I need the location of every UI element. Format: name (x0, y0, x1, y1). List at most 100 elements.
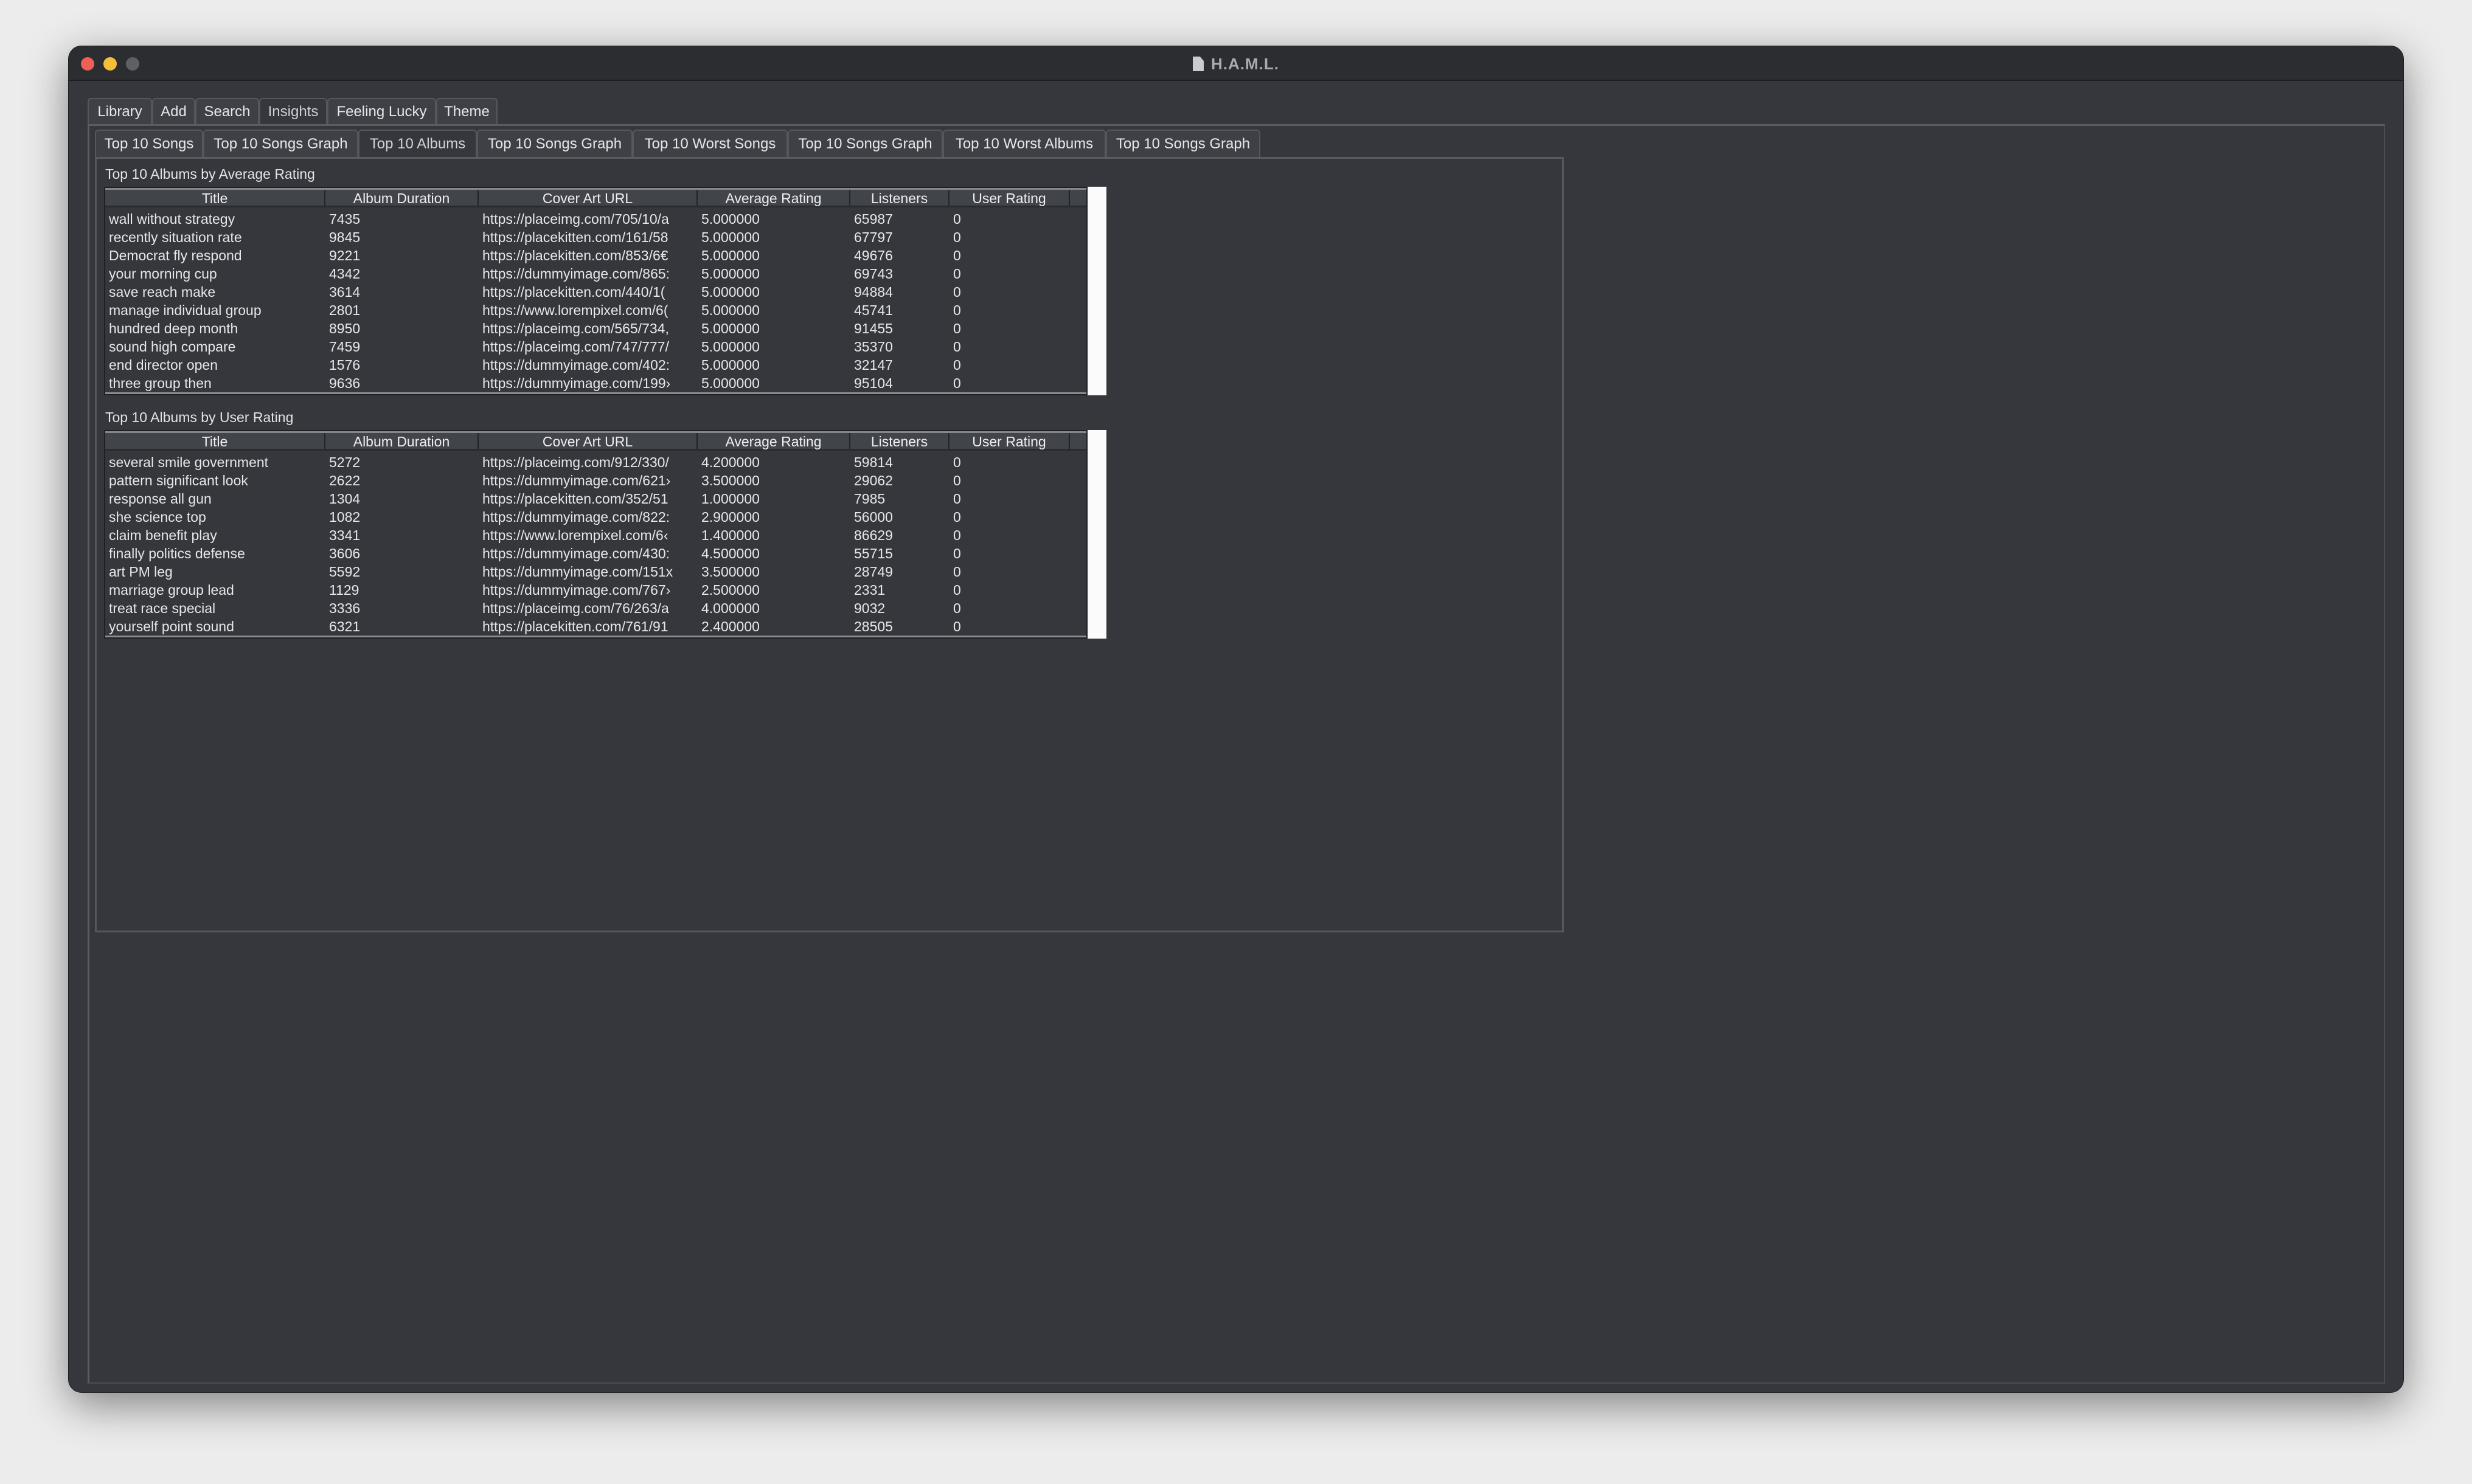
cell-average-rating: 5.000000 (701, 302, 760, 318)
cell-listeners: 28505 (854, 619, 893, 634)
tab-search[interactable]: Search (195, 98, 259, 125)
cell-cover-art-url: https://www.lorempixel.com/6( (482, 302, 668, 318)
cell-album-duration: 2622 (329, 473, 361, 488)
column-header-title[interactable]: Title (105, 190, 325, 206)
scrollbar[interactable] (1088, 430, 1106, 639)
column-header-user-rating[interactable]: User Rating (950, 190, 1070, 206)
cell-listeners: 69743 (854, 266, 893, 282)
table-row[interactable]: several smile government 5272 https://plac… (105, 453, 1086, 471)
cell-average-rating: 4.000000 (701, 600, 760, 616)
cell-album-duration: 3614 (329, 284, 361, 300)
cell-user-rating: 0 (953, 302, 961, 318)
tab-feeling-lucky[interactable]: Feeling Lucky (327, 98, 436, 125)
column-header-average-rating[interactable]: Average Rating (698, 190, 850, 206)
cell-listeners: 9032 (854, 600, 886, 616)
table-row[interactable]: Democrat fly respond 9221 https://placekit… (105, 246, 1086, 265)
column-header-album-duration[interactable]: Album Duration (325, 190, 479, 206)
cell-cover-art-url: https://placeimg.com/912/330/ (482, 454, 669, 470)
table-row[interactable]: manage individual group 2801 https://www.l… (105, 301, 1086, 319)
cell-album-duration: 8950 (329, 321, 361, 336)
table-row[interactable]: finally politics defense 3606 https://dumm… (105, 544, 1086, 563)
cell-average-rating: 1.400000 (701, 527, 760, 543)
table-row[interactable]: hundred deep month 8950 https://placeimg.c… (105, 319, 1086, 338)
cell-average-rating: 2.500000 (701, 582, 760, 598)
subtab-top-10-songs-graph[interactable]: Top 10 Songs Graph (1106, 130, 1260, 157)
cell-listeners: 35370 (854, 339, 893, 355)
table-row[interactable]: marriage group lead 1129 https://dummyimag… (105, 581, 1086, 599)
cell-listeners: 32147 (854, 357, 893, 373)
tab-insights[interactable]: Insights (259, 98, 327, 125)
subtab-top-10-songs-graph[interactable]: Top 10 Songs Graph (203, 130, 358, 157)
document-icon (1193, 57, 1204, 71)
cell-average-rating: 2.400000 (701, 619, 760, 634)
cell-average-rating: 5.000000 (701, 357, 760, 373)
cell-user-rating: 0 (953, 619, 961, 634)
table-row[interactable]: sound high compare 7459 https://placeimg.c… (105, 338, 1086, 356)
cell-user-rating: 0 (953, 509, 961, 525)
subtab-top-10-worst-albums[interactable]: Top 10 Worst Albums (943, 130, 1106, 157)
cell-cover-art-url: https://placekitten.com/761/91 (482, 619, 668, 634)
table-row[interactable]: your morning cup 4342 https://dummyimage.c… (105, 265, 1086, 283)
table-row[interactable]: response all gun 1304 https://placekitten.… (105, 490, 1086, 508)
cell-title: manage individual group (109, 302, 262, 318)
title-bar: H.A.M.L. (69, 46, 2403, 81)
cell-average-rating: 3.500000 (701, 564, 760, 580)
table-row[interactable]: recently situation rate 9845 https://place… (105, 228, 1086, 246)
cell-cover-art-url: https://dummyimage.com/767› (482, 582, 671, 598)
subtab-top-10-songs-graph[interactable]: Top 10 Songs Graph (477, 130, 633, 157)
column-header-listeners[interactable]: Listeners (850, 190, 950, 206)
cell-album-duration: 3606 (329, 546, 361, 561)
table-row[interactable]: save reach make 3614 https://placekitten.c… (105, 283, 1086, 301)
table-body: several smile government 5272 https://plac… (105, 451, 1086, 637)
cell-user-rating: 0 (953, 473, 961, 488)
column-header-title[interactable]: Title (105, 433, 325, 449)
cell-title: save reach make (109, 284, 216, 300)
cell-user-rating: 0 (953, 491, 961, 507)
tab-library[interactable]: Library (88, 98, 152, 125)
table-row[interactable]: end director open 1576 https://dummyimage.… (105, 356, 1086, 374)
top-10-albums-panel: Top 10 Albums by Average Rating Title Alb… (95, 157, 1564, 932)
scrollbar[interactable] (1088, 187, 1106, 395)
cell-average-rating: 5.000000 (701, 321, 760, 336)
column-header-album-duration[interactable]: Album Duration (325, 433, 479, 449)
column-header-cover-art-url[interactable]: Cover Art URL (479, 433, 698, 449)
column-header-user-rating[interactable]: User Rating (950, 433, 1070, 449)
cell-cover-art-url: https://placeimg.com/565/734, (482, 321, 669, 336)
cell-cover-art-url: https://dummyimage.com/151x (482, 564, 673, 580)
table-row[interactable]: yourself point sound 6321 https://placekit… (105, 617, 1086, 636)
column-header-listeners[interactable]: Listeners (850, 433, 950, 449)
cell-listeners: 45741 (854, 302, 893, 318)
table-row[interactable]: wall without strategy 7435 https://placeim… (105, 210, 1086, 228)
subtab-top-10-worst-songs[interactable]: Top 10 Worst Songs (633, 130, 788, 157)
cell-title: treat race special (109, 600, 216, 616)
cell-listeners: 2331 (854, 582, 886, 598)
subtab-top-10-albums[interactable]: Top 10 Albums (358, 130, 477, 157)
column-header-average-rating[interactable]: Average Rating (698, 433, 850, 449)
tab-add[interactable]: Add (152, 98, 195, 125)
cell-album-duration: 7459 (329, 339, 361, 355)
cell-average-rating: 5.000000 (701, 229, 760, 245)
cell-album-duration: 9221 (329, 248, 361, 263)
table-row[interactable]: pattern significant look 2622 https://dumm… (105, 471, 1086, 490)
cell-cover-art-url: https://placekitten.com/352/51 (482, 491, 668, 507)
table-row[interactable]: she science top 1082 https://dummyimage.co… (105, 508, 1086, 526)
table-row[interactable]: three group then 9636 https://dummyimage.c… (105, 374, 1086, 392)
cell-album-duration: 3341 (329, 527, 361, 543)
window-title: H.A.M.L. (69, 55, 2403, 74)
cell-album-duration: 3336 (329, 600, 361, 616)
table-row[interactable]: claim benefit play 3341 https://www.loremp… (105, 526, 1086, 544)
table-header: Title Album Duration Cover Art URL Average … (105, 431, 1086, 451)
subtab-top-10-songs-graph[interactable]: Top 10 Songs Graph (788, 130, 943, 157)
cell-user-rating: 0 (953, 600, 961, 616)
albums-by-average-rating-table: Title Album Duration Cover Art URL Average … (104, 187, 1106, 395)
column-header-cover-art-url[interactable]: Cover Art URL (479, 190, 698, 206)
subtab-top-10-songs[interactable]: Top 10 Songs (95, 130, 203, 157)
tab-theme[interactable]: Theme (436, 98, 498, 125)
table-row[interactable]: treat race special 3336 https://placeimg.c… (105, 599, 1086, 617)
table-row[interactable]: art PM leg 5592 https://dummyimage.com/151… (105, 563, 1086, 581)
cell-average-rating: 4.200000 (701, 454, 760, 470)
window-title-text: H.A.M.L. (1211, 55, 1279, 73)
cell-average-rating: 3.500000 (701, 473, 760, 488)
cell-user-rating: 0 (953, 527, 961, 543)
cell-listeners: 7985 (854, 491, 886, 507)
